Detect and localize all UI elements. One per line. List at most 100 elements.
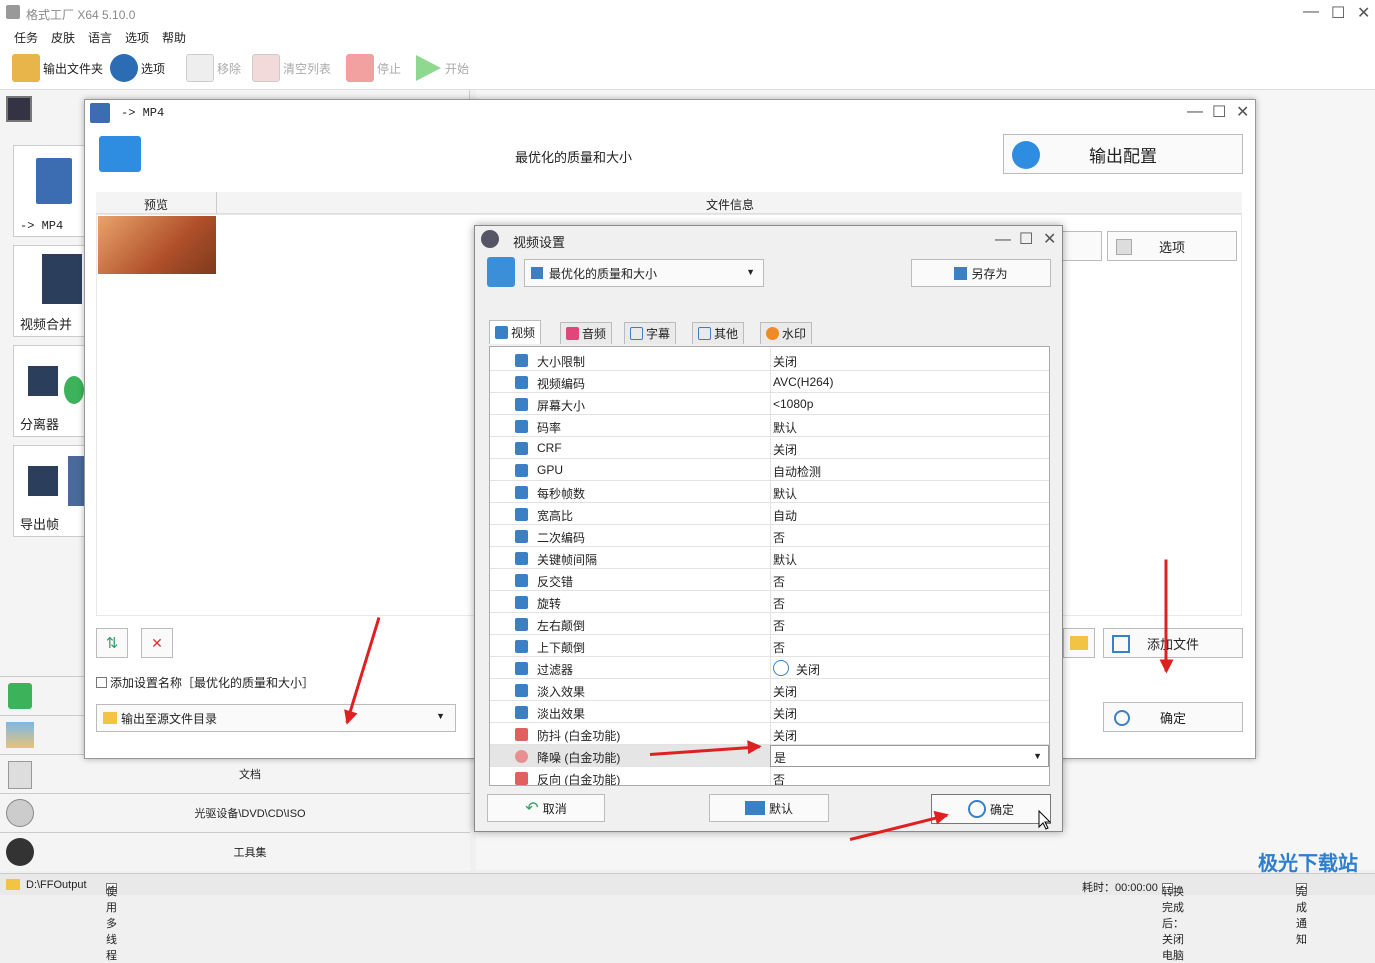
tab-watermark[interactable]: 水印	[760, 322, 813, 344]
chevron-down-icon: ▼	[436, 711, 445, 721]
clear-list-button[interactable]: 清空列表	[252, 52, 331, 84]
menu-skin[interactable]: 皮肤	[51, 29, 75, 46]
video-profile-icon	[99, 136, 141, 172]
menu-task[interactable]: 任务	[14, 29, 38, 46]
maximize-icon[interactable]: ☐	[1331, 3, 1345, 23]
setting-row-fade-in[interactable]: 淡入效果 关闭	[490, 679, 1049, 701]
default-button[interactable]: 默认	[709, 794, 829, 822]
category-to-mp4[interactable]: -> MP4	[13, 145, 85, 237]
mp4-close-icon[interactable]: ✕	[1236, 102, 1249, 122]
denoise-icon	[515, 750, 528, 763]
add-file-icon	[1112, 635, 1130, 653]
options-doc-icon	[1116, 239, 1132, 255]
category-splitter[interactable]: 分离器	[13, 345, 85, 437]
remove-icon	[186, 54, 214, 82]
output-path[interactable]: D:\FFOutput	[26, 879, 87, 891]
folder-small-icon	[103, 712, 117, 724]
wave-icon	[515, 420, 528, 433]
menu-options[interactable]: 选项	[125, 29, 149, 46]
file-action-button[interactable]	[1057, 231, 1102, 261]
setting-row-flip-horizontal[interactable]: 左右颠倒否	[490, 613, 1049, 635]
setting-row-two-pass[interactable]: 二次编码否	[490, 525, 1049, 547]
setting-row-reverse[interactable]: 反向 (白金功能) 否	[490, 767, 1049, 785]
file-options-button[interactable]: 选项	[1107, 231, 1237, 261]
file-table-header: 预览 文件信息	[96, 192, 1242, 214]
tab-video[interactable]: 视频	[489, 320, 542, 344]
audio-tab-icon	[566, 327, 579, 340]
setting-row-screen-size[interactable]: 屏幕大小 <1080p	[490, 393, 1049, 415]
add-setting-name-checkbox[interactable]: 添加设置名称［最优化的质量和大小］	[96, 674, 314, 691]
start-button[interactable]: 开始	[414, 52, 469, 84]
setting-row-fps[interactable]: 每秒帧数 默认	[490, 481, 1049, 503]
stabilize-icon	[515, 728, 528, 741]
setting-row-flip-vertical[interactable]: 上下颠倒否	[490, 635, 1049, 657]
menu-help[interactable]: 帮助	[162, 29, 186, 46]
vs-minimize-icon[interactable]: —	[995, 231, 1011, 249]
minimize-icon[interactable]: —	[1303, 3, 1319, 21]
category-dvd[interactable]: 光驱设备\DVD\CD\ISO	[0, 793, 470, 832]
category-video-merge[interactable]: 视频合并	[13, 245, 85, 337]
video-tab-icon	[495, 326, 508, 339]
close-icon[interactable]: ✕	[1357, 3, 1370, 23]
preview-thumbnail[interactable]	[98, 216, 216, 274]
tab-subtitle[interactable]: 字幕	[624, 322, 677, 344]
cancel-button[interactable]: ↶ 取消	[487, 794, 605, 822]
profile-select[interactable]: 最优化的质量和大小 ▼	[524, 259, 764, 287]
setting-row-size-limit[interactable]: 大小限制 关闭	[490, 349, 1049, 371]
setting-row-deinterlace[interactable]: 反交错否	[490, 569, 1049, 591]
category-toolset[interactable]: 工具集	[0, 832, 470, 871]
setting-row-bitrate[interactable]: 码率 默认	[490, 415, 1049, 437]
vs-close-icon[interactable]: ✕	[1043, 229, 1056, 249]
app-icon	[6, 5, 20, 19]
options-button[interactable]: 选项	[110, 52, 165, 84]
delete-file-button[interactable]: ✕	[141, 628, 173, 658]
setting-row-keyframe-interval[interactable]: 关键帧间隔 默认	[490, 547, 1049, 569]
tab-other[interactable]: 其他	[692, 322, 745, 344]
mp4-ok-button[interactable]: 确定	[1103, 702, 1243, 732]
setting-row-denoise[interactable]: 降噪 (白金功能) 是 ▼	[490, 745, 1049, 767]
setting-row-gpu[interactable]: GPU 自动检测	[490, 459, 1049, 481]
title-bar: 格式工厂 X64 5.10.0 — ☐ ✕	[0, 0, 1375, 26]
denoise-select[interactable]: 是 ▼	[770, 745, 1049, 767]
add-file-button[interactable]: 添加文件	[1103, 628, 1243, 658]
output-folder-button[interactable]: 输出文件夹	[12, 52, 103, 84]
stop-icon	[346, 54, 374, 82]
mp4-minimize-icon[interactable]: —	[1187, 103, 1203, 121]
video-settings-dialog: 视频设置 — ☐ ✕ 最优化的质量和大小 ▼ 另存为 视频 音频 字幕 其他 水…	[474, 225, 1063, 832]
category-document[interactable]: 文档	[0, 754, 470, 793]
chevron-down-icon: ▼	[1033, 751, 1042, 761]
other-tab-icon	[698, 327, 711, 340]
setting-row-video-codec[interactable]: 视频编码 AVC(H264)	[490, 371, 1049, 393]
menu-bar: 任务 皮肤 语言 选项 帮助	[0, 26, 1375, 46]
vs-maximize-icon[interactable]: ☐	[1019, 229, 1033, 249]
output-directory-select[interactable]: 输出至源文件目录 ▼	[96, 704, 456, 732]
setting-row-rotate[interactable]: 旋转否	[490, 591, 1049, 613]
aspect-icon	[515, 508, 528, 521]
default-icon	[744, 801, 765, 815]
setting-row-stabilize[interactable]: 防抖 (白金功能) 关闭	[490, 723, 1049, 745]
setting-row-crf[interactable]: CRF 关闭	[490, 437, 1049, 459]
remove-button[interactable]: 移除	[186, 52, 241, 84]
toolbar: 输出文件夹 选项 移除 清空列表 停止 开始	[0, 46, 1375, 90]
subtitle-tab-icon	[630, 327, 643, 340]
sort-button[interactable]: ⇅	[96, 628, 128, 658]
category-export-frames[interactable]: 导出帧	[13, 445, 86, 537]
save-as-button[interactable]: 另存为	[911, 259, 1051, 287]
gpu-icon	[515, 464, 528, 477]
sort-icon: ⇅	[105, 635, 119, 652]
annotation-arrow	[1164, 559, 1168, 672]
stop-button[interactable]: 停止	[346, 52, 401, 84]
output-config-button[interactable]: 输出配置	[1003, 134, 1243, 174]
setting-row-filter[interactable]: 过滤器 关闭	[490, 657, 1049, 679]
video-small-icon	[531, 267, 543, 279]
toggle-off-icon[interactable]	[773, 660, 789, 676]
chip-icon	[515, 376, 528, 389]
setting-row-aspect-ratio[interactable]: 宽高比 自动	[490, 503, 1049, 525]
setting-row-fade-out[interactable]: 淡出效果 关闭	[490, 701, 1049, 723]
site-watermark: 极光下载站	[1258, 853, 1358, 875]
tab-audio[interactable]: 音频	[560, 322, 613, 344]
add-folder-button[interactable]	[1063, 628, 1095, 658]
music-note-icon	[64, 376, 84, 404]
menu-language[interactable]: 语言	[88, 29, 112, 46]
mp4-maximize-icon[interactable]: ☐	[1212, 102, 1226, 122]
